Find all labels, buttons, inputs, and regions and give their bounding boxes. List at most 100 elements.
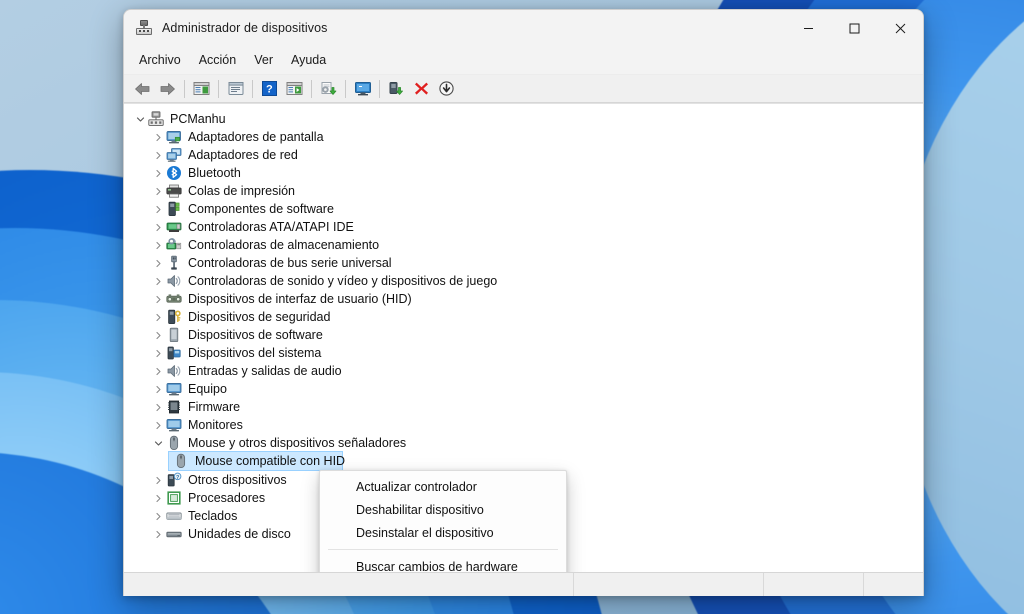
chevron-right-icon[interactable] xyxy=(150,200,166,218)
tree-node-display-adapters[interactable]: Adaptadores de pantalla xyxy=(124,128,923,146)
chevron-right-icon[interactable] xyxy=(150,272,166,290)
bluetooth-icon xyxy=(166,165,182,181)
context-menu-item-update-driver[interactable]: Actualizar controlador xyxy=(320,475,566,498)
context-menu-item-uninstall-device[interactable]: Desinstalar el dispositivo xyxy=(320,521,566,544)
processor-icon xyxy=(166,490,182,506)
tree-node-ide-controllers[interactable]: Controladoras ATA/ATAPI IDE xyxy=(124,218,923,236)
tree-node-hid-devices[interactable]: Dispositivos de interfaz de usuario (HID… xyxy=(124,290,923,308)
tree-node-software-devices[interactable]: Dispositivos de software xyxy=(124,326,923,344)
chevron-right-icon[interactable] xyxy=(150,308,166,326)
tree-node-label: Dispositivos de seguridad xyxy=(188,310,331,324)
title-bar: Administrador de dispositivos xyxy=(124,10,923,46)
chevron-down-icon[interactable] xyxy=(132,110,148,128)
tree-node-label: Controladoras de sonido y vídeo y dispos… xyxy=(188,274,498,288)
show-hide-console-tree-button[interactable] xyxy=(189,77,214,100)
chevron-right-icon[interactable] xyxy=(150,128,166,146)
chevron-right-icon[interactable] xyxy=(150,398,166,416)
window-title: Administrador de dispositivos xyxy=(162,21,328,35)
device-tree-panel[interactable]: PCManhu Adaptadores de pantalla Adaptado… xyxy=(124,103,923,572)
tree-node-software-components[interactable]: Componentes de software xyxy=(124,200,923,218)
tree-node-network-adapters[interactable]: Adaptadores de red xyxy=(124,146,923,164)
chevron-right-icon[interactable] xyxy=(150,471,166,489)
tree-node-mice[interactable]: Mouse y otros dispositivos señaladores xyxy=(124,434,923,452)
back-button[interactable] xyxy=(130,77,155,100)
menu-ver[interactable]: Ver xyxy=(245,50,282,70)
tree-node-label: Bluetooth xyxy=(188,166,241,180)
disable-device-button[interactable] xyxy=(434,77,459,100)
context-menu[interactable]: Actualizar controlador Deshabilitar disp… xyxy=(319,470,567,572)
disk-drive-icon xyxy=(166,526,182,542)
forward-button[interactable] xyxy=(155,77,180,100)
tree-node-monitors[interactable]: Monitores xyxy=(124,416,923,434)
toolbar-separator xyxy=(218,79,219,98)
uninstall-device-button[interactable] xyxy=(409,77,434,100)
tree-node-label: Unidades de disco xyxy=(188,527,291,541)
back-icon xyxy=(135,82,150,95)
tree-node-bluetooth[interactable]: Bluetooth xyxy=(124,164,923,182)
properties-button[interactable] xyxy=(223,77,248,100)
menu-accion[interactable]: Acción xyxy=(190,50,246,70)
chevron-right-icon[interactable] xyxy=(150,525,166,543)
tree-node-security-devices[interactable]: Dispositivos de seguridad xyxy=(124,308,923,326)
scan-hardware-changes-button[interactable] xyxy=(350,77,375,100)
maximize-button[interactable] xyxy=(831,10,877,46)
tree-node-hid-mouse-selected[interactable]: Mouse compatible con HID xyxy=(168,451,345,471)
close-button[interactable] xyxy=(877,10,923,46)
software-device-icon xyxy=(166,327,182,343)
audio-io-icon xyxy=(166,363,182,379)
device-manager-icon xyxy=(136,20,152,36)
tree-node-computer[interactable]: Equipo xyxy=(124,380,923,398)
tree-node-label: Adaptadores de pantalla xyxy=(188,130,324,144)
menu-archivo[interactable]: Archivo xyxy=(130,50,190,70)
tree-node-label: Controladoras de bus serie universal xyxy=(188,256,392,270)
toolbar-separator xyxy=(252,79,253,98)
minimize-button[interactable] xyxy=(785,10,831,46)
tree-node-label: Procesadores xyxy=(188,491,266,505)
tree-node-root[interactable]: PCManhu xyxy=(124,110,923,128)
tree-node-audio-io[interactable]: Entradas y salidas de audio xyxy=(124,362,923,380)
usb-controller-icon xyxy=(166,255,182,271)
chevron-right-icon[interactable] xyxy=(150,164,166,182)
tree-node-usb-controllers[interactable]: Controladoras de bus serie universal xyxy=(124,254,923,272)
chevron-right-icon[interactable] xyxy=(150,489,166,507)
chevron-right-icon[interactable] xyxy=(150,254,166,272)
chevron-right-icon[interactable] xyxy=(150,182,166,200)
chevron-right-icon[interactable] xyxy=(150,236,166,254)
chevron-right-icon[interactable] xyxy=(150,507,166,525)
toolbar-separator xyxy=(379,79,380,98)
tree-node-firmware[interactable]: Firmware xyxy=(124,398,923,416)
chevron-down-icon[interactable] xyxy=(150,434,166,452)
chevron-right-icon[interactable] xyxy=(150,344,166,362)
tree-node-label: Dispositivos del sistema xyxy=(188,346,322,360)
tree-node-system-devices[interactable]: Dispositivos del sistema xyxy=(124,344,923,362)
enable-device-button[interactable] xyxy=(384,77,409,100)
tree-node-storage-controllers[interactable]: Controladoras de almacenamiento xyxy=(124,236,923,254)
update-driver-button[interactable] xyxy=(316,77,341,100)
status-segment-2 xyxy=(574,573,764,596)
chevron-right-icon[interactable] xyxy=(150,218,166,236)
tree-node-label: Controladoras ATA/ATAPI IDE xyxy=(188,220,354,234)
tree-node-label: Mouse y otros dispositivos señaladores xyxy=(188,436,407,450)
status-segment-4 xyxy=(864,573,923,596)
chevron-right-icon[interactable] xyxy=(150,326,166,344)
tree-node-label: Monitores xyxy=(188,418,243,432)
chevron-right-icon[interactable] xyxy=(150,290,166,308)
chevron-right-icon[interactable] xyxy=(150,146,166,164)
show-hide-console-tree-icon xyxy=(193,82,210,95)
chevron-right-icon[interactable] xyxy=(150,380,166,398)
chevron-right-icon[interactable] xyxy=(150,416,166,434)
show-hide-action-pane-button[interactable] xyxy=(282,77,307,100)
tree-node-sound-controllers[interactable]: Controladoras de sonido y vídeo y dispos… xyxy=(124,272,923,290)
help-button[interactable]: ? xyxy=(257,77,282,100)
menu-ayuda[interactable]: Ayuda xyxy=(282,50,335,70)
window-controls xyxy=(785,10,923,46)
tree-node-print-queues[interactable]: Colas de impresión xyxy=(124,182,923,200)
properties-icon xyxy=(228,82,243,95)
tree-node-label: Firmware xyxy=(188,400,241,414)
svg-text:?: ? xyxy=(266,84,273,96)
chevron-right-icon[interactable] xyxy=(150,362,166,380)
show-hide-action-pane-icon xyxy=(286,82,303,95)
menu-bar: Archivo Acción Ver Ayuda xyxy=(124,46,923,75)
context-menu-item-scan-hardware-changes[interactable]: Buscar cambios de hardware xyxy=(320,555,566,573)
context-menu-item-disable-device[interactable]: Deshabilitar dispositivo xyxy=(320,498,566,521)
